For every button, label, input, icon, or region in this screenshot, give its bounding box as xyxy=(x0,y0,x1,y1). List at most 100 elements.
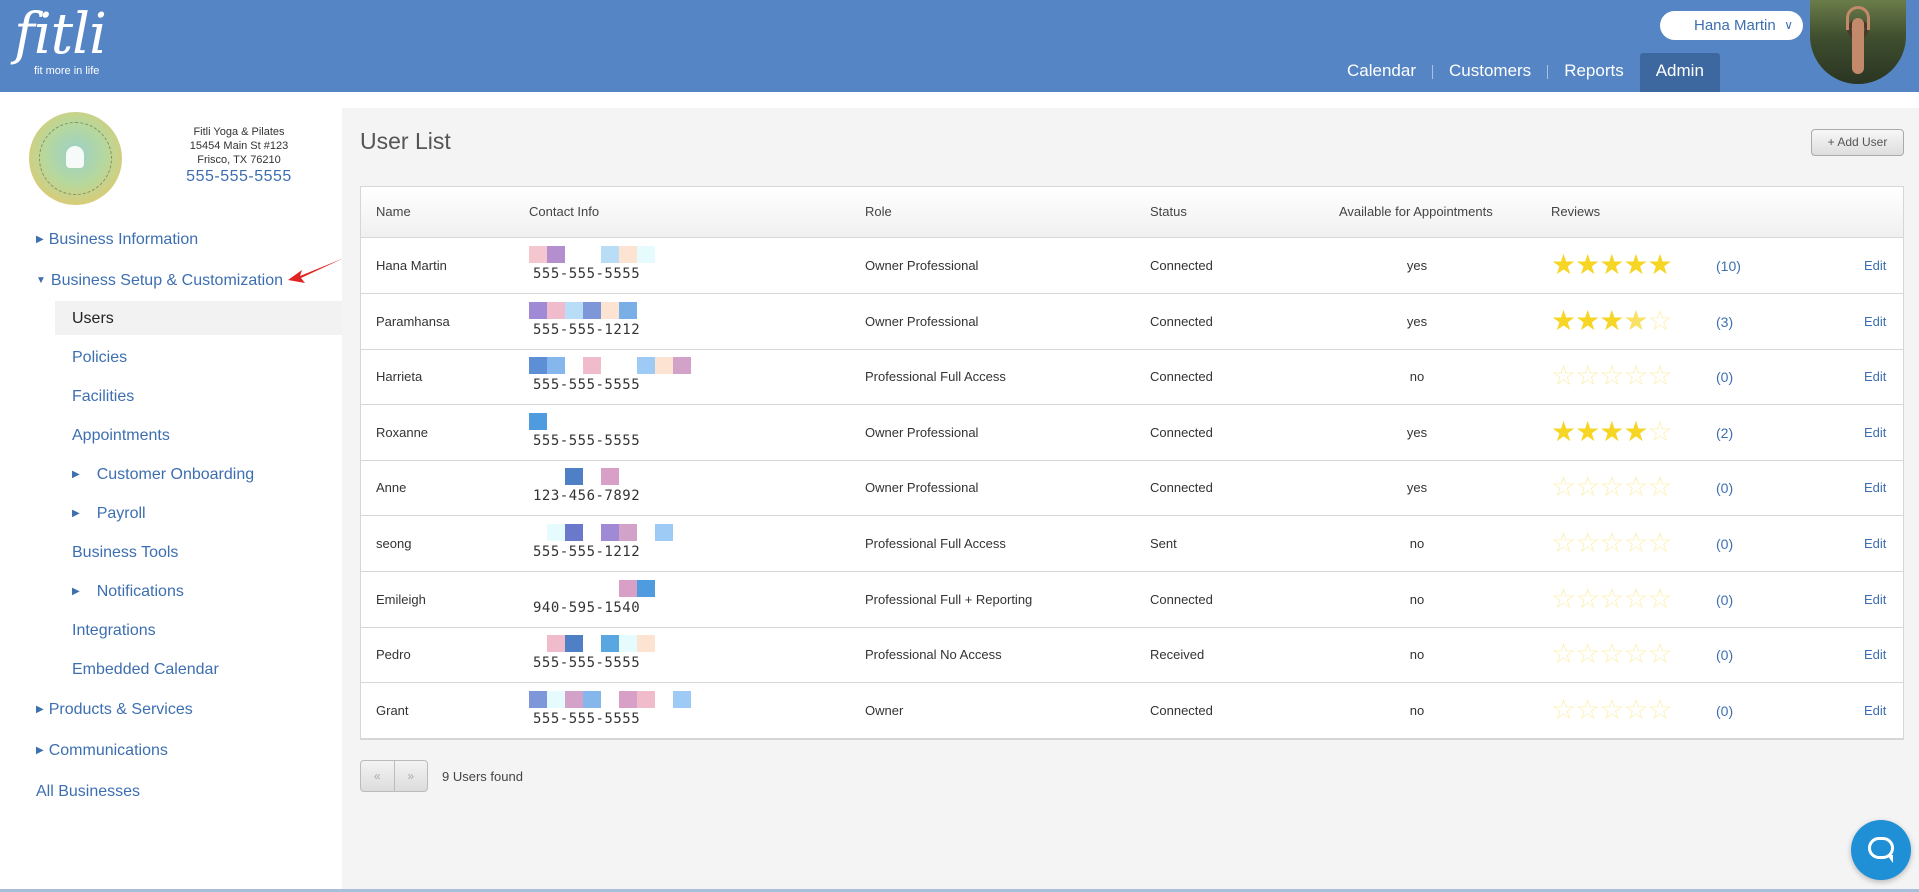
lotus-icon xyxy=(66,146,84,168)
sidebar-item-policies[interactable]: Policies xyxy=(72,348,127,368)
edit-user-link[interactable]: Edit xyxy=(1864,369,1886,384)
star-icon: ★ xyxy=(1647,249,1672,280)
edit-user-link[interactable]: Edit xyxy=(1864,258,1886,273)
table-row: Pedro 555-555-5555 Professional No Access R… xyxy=(361,627,1903,684)
user-name-cell: Roxanne xyxy=(376,424,429,440)
review-count[interactable]: (10) xyxy=(1716,258,1741,274)
edit-user-link[interactable]: Edit xyxy=(1864,480,1886,495)
nav-admin[interactable]: Admin xyxy=(1639,53,1720,92)
rating-stars: ☆☆☆☆☆ xyxy=(1551,360,1673,392)
redacted-email xyxy=(529,412,769,431)
sidebar-item-products-services[interactable]: ▶ Products & Services xyxy=(36,700,193,720)
add-user-button[interactable]: + Add User xyxy=(1811,129,1904,156)
contact-phone: 555-555-5555 xyxy=(533,377,641,394)
edit-user-link[interactable]: Edit xyxy=(1864,536,1886,551)
status-cell: Connected xyxy=(1150,369,1213,385)
availability-cell: yes xyxy=(1406,313,1428,329)
user-menu-button[interactable]: Hana Martin ∨ xyxy=(1660,11,1803,40)
sidebar-item-customer-onboarding[interactable]: ▶ Customer Onboarding xyxy=(72,465,254,485)
redacted-email xyxy=(529,246,769,264)
sidebar-item-integrations[interactable]: Integrations xyxy=(72,621,156,641)
contact-phone: 555-555-5555 xyxy=(533,710,641,727)
column-header-available[interactable]: Available for Appointments xyxy=(1339,204,1493,219)
caret-right-icon: ▶ xyxy=(72,469,80,480)
business-phone[interactable]: 555-555-5555 xyxy=(160,169,318,185)
sidebar-item-appointments[interactable]: Appointments xyxy=(72,426,170,446)
sidebar-item-users[interactable]: Users xyxy=(72,309,114,329)
star-icon: ☆ xyxy=(1575,527,1600,558)
fitli-logo[interactable]: fitli fit more in life xyxy=(14,2,107,78)
chat-launcher-button[interactable] xyxy=(1851,820,1911,880)
star-icon: ☆ xyxy=(1575,638,1600,670)
contact-info-cell: 555-555-5555 xyxy=(529,412,769,455)
review-count[interactable]: (0) xyxy=(1716,592,1733,608)
review-count[interactable]: (3) xyxy=(1716,314,1733,330)
star-icon: ☆ xyxy=(1551,527,1576,558)
table-row: Paramhansa 555-555-1212 Owner Professional… xyxy=(361,294,1903,350)
star-icon: ★ xyxy=(1551,415,1576,447)
star-icon: ☆ xyxy=(1551,693,1576,725)
role-cell: Owner Professional xyxy=(865,313,979,329)
sidebar-item-communications[interactable]: ▶ Communications xyxy=(36,741,168,761)
sidebar-item-business-information[interactable]: ▶ Business Information xyxy=(36,230,198,250)
user-name: Hana Martin xyxy=(1694,17,1776,34)
contact-info-cell: 940-595-1540 xyxy=(529,579,769,622)
edit-user-link[interactable]: Edit xyxy=(1864,647,1886,662)
review-count[interactable]: (0) xyxy=(1716,369,1733,385)
role-cell: Professional No Access xyxy=(865,647,1002,663)
status-cell: Sent xyxy=(1150,536,1177,551)
contact-info-cell: 555-555-1212 xyxy=(529,524,769,566)
sidebar-item-payroll[interactable]: ▶ Payroll xyxy=(72,504,146,524)
edit-user-link[interactable]: Edit xyxy=(1864,703,1886,718)
review-count[interactable]: (2) xyxy=(1716,425,1733,441)
table-row: Hana Martin 555-555-5555 Owner Professiona… xyxy=(361,238,1903,294)
column-header-reviews[interactable]: Reviews xyxy=(1551,204,1600,219)
table-row: Harrieta 555-555-5555 Professional Full Ac… xyxy=(361,349,1903,406)
review-count[interactable]: (0) xyxy=(1716,536,1733,552)
sidebar-item-notifications[interactable]: ▶ Notifications xyxy=(72,582,184,602)
table-row: seong 555-555-1212 Professional Full Acces… xyxy=(361,516,1903,572)
table-row: Roxanne 555-555-5555 Owner Professional Con… xyxy=(361,405,1903,461)
user-name-cell: Anne xyxy=(376,480,407,496)
contact-phone: 555-555-5555 xyxy=(533,655,641,672)
sidebar: Fitli Yoga & Pilates 15454 Main St #123 … xyxy=(0,92,344,892)
sidebar-item-facilities[interactable]: Facilities xyxy=(72,387,134,407)
prev-page-button[interactable]: « xyxy=(361,761,394,791)
contact-info-cell: 555-555-5555 xyxy=(529,635,769,677)
nav-customers[interactable]: Customers xyxy=(1433,53,1547,92)
sidebar-item-embedded-calendar[interactable]: Embedded Calendar xyxy=(72,660,219,680)
sidebar-item-business-tools[interactable]: Business Tools xyxy=(72,543,178,563)
column-header-contact[interactable]: Contact Info xyxy=(529,204,599,219)
star-icon: ★ xyxy=(1575,249,1600,280)
status-cell: Connected xyxy=(1150,258,1213,273)
edit-user-link[interactable]: Edit xyxy=(1864,314,1886,329)
status-cell: Received xyxy=(1150,647,1205,663)
review-count[interactable]: (0) xyxy=(1716,480,1733,496)
review-count[interactable]: (0) xyxy=(1716,703,1733,719)
availability-cell: yes xyxy=(1406,258,1428,273)
redacted-email xyxy=(529,357,769,375)
caret-right-icon: ▶ xyxy=(72,586,80,597)
edit-user-link[interactable]: Edit xyxy=(1864,592,1886,607)
column-header-name[interactable]: Name xyxy=(376,204,411,219)
rating-stars: ☆☆☆☆☆ xyxy=(1551,693,1673,725)
column-header-role[interactable]: Role xyxy=(865,204,892,219)
column-header-status[interactable]: Status xyxy=(1150,204,1187,219)
nav-reports[interactable]: Reports xyxy=(1548,53,1640,92)
sidebar-item-business-setup[interactable]: ▼ Business Setup & Customization xyxy=(36,271,283,291)
user-name-cell: seong xyxy=(376,536,412,551)
review-count[interactable]: (0) xyxy=(1716,647,1733,663)
star-icon: ☆ xyxy=(1599,360,1624,392)
star-icon: ☆ xyxy=(1575,471,1600,503)
avatar[interactable] xyxy=(1810,0,1906,84)
nav-calendar[interactable]: Calendar xyxy=(1331,53,1432,92)
availability-cell: no xyxy=(1409,536,1425,551)
rating-stars: ☆☆☆☆☆ xyxy=(1551,584,1673,612)
sidebar-item-all-businesses[interactable]: All Businesses xyxy=(36,782,140,802)
caret-down-icon: ▼ xyxy=(36,275,46,286)
logo-wordmark: fitli xyxy=(14,2,107,67)
star-icon: ☆ xyxy=(1647,415,1672,447)
edit-user-link[interactable]: Edit xyxy=(1864,425,1886,440)
next-page-button[interactable]: » xyxy=(393,761,428,791)
contact-info-cell: 555-555-5555 xyxy=(529,690,769,733)
